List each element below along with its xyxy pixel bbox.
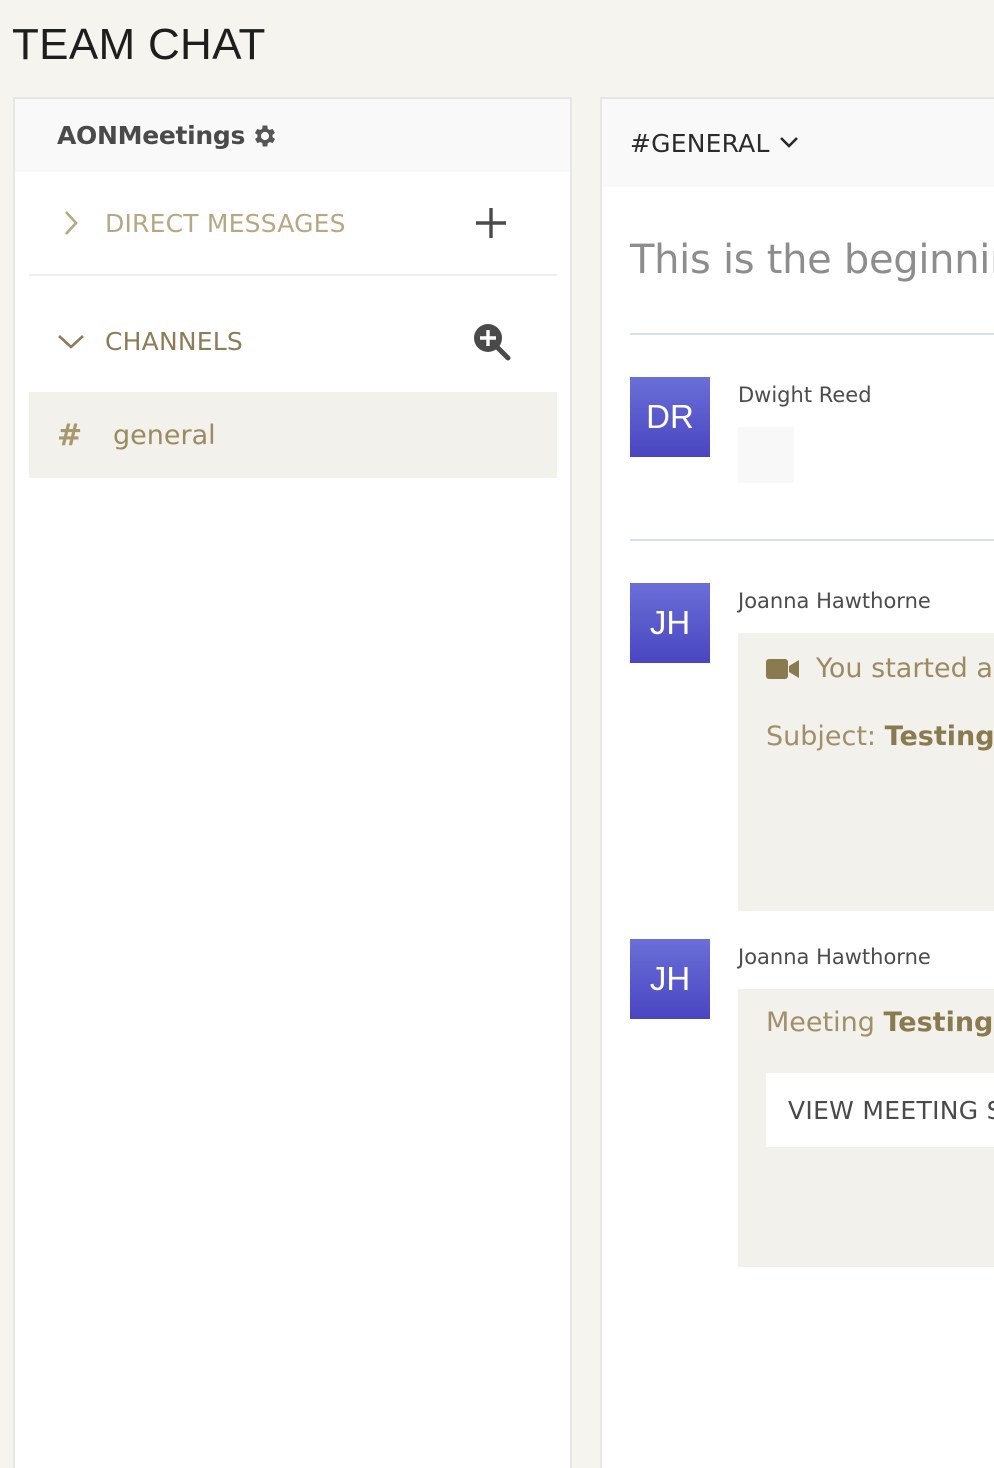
meeting-text-prefix: Meeting <box>766 1007 875 1038</box>
channels-label[interactable]: CHANNELS <box>105 327 243 356</box>
meeting-subject: Subject: Testing <box>766 721 994 752</box>
direct-messages-section: DIRECT MESSAGES <box>29 172 557 276</box>
search-channels-button[interactable] <box>471 321 511 361</box>
divider <box>630 333 994 335</box>
channel-name: general <box>113 419 216 451</box>
gear-icon[interactable] <box>251 122 279 150</box>
plus-icon <box>476 208 506 238</box>
message-author[interactable]: Joanna Hawthorne <box>738 945 931 969</box>
message-author[interactable]: Joanna Hawthorne <box>738 589 931 613</box>
add-direct-message-button[interactable] <box>471 203 511 243</box>
chevron-right-icon[interactable] <box>57 209 85 237</box>
meeting-started-line: You started a m <box>766 653 994 684</box>
subject-label: Subject: <box>766 721 877 752</box>
view-meeting-summary-button[interactable]: VIEW MEETING SU <box>766 1073 994 1147</box>
chevron-down-icon[interactable] <box>57 327 85 355</box>
avatar[interactable]: DR <box>630 377 710 457</box>
channel-header[interactable]: #GENERAL <box>602 99 994 187</box>
direct-messages-label[interactable]: DIRECT MESSAGES <box>105 209 346 238</box>
channels-section: CHANNELS <box>29 289 557 393</box>
chat-panel: #GENERAL This is the beginning DR Dwight… <box>600 97 994 1468</box>
channel-intro: This is the beginning <box>630 237 994 283</box>
workspace-name[interactable]: AONMeetings <box>57 121 245 150</box>
subject-value: Testing <box>884 721 994 752</box>
hash-icon: # <box>57 417 83 453</box>
meeting-name: Testing <box>883 1007 994 1038</box>
chevron-down-icon[interactable] <box>778 134 802 158</box>
avatar[interactable]: JH <box>630 939 710 1019</box>
divider <box>630 539 994 541</box>
message-author[interactable]: Dwight Reed <box>738 383 872 407</box>
avatar[interactable]: JH <box>630 583 710 663</box>
meeting-started-text: You started a m <box>816 653 994 684</box>
zoom-in-icon <box>474 324 511 361</box>
app-title: TEAM CHAT <box>12 20 266 69</box>
workspace-header[interactable]: AONMeetings <box>15 99 570 172</box>
meeting-ended-card: Meeting Testing has VIEW MEETING SU <box>738 989 994 1267</box>
channel-title[interactable]: #GENERAL <box>630 129 770 158</box>
video-camera-icon <box>766 657 800 681</box>
message-content <box>738 427 794 483</box>
sidebar: AONMeetings DIRECT MESSAGES CHANNELS # g… <box>13 97 572 1468</box>
channel-item-general[interactable]: # general <box>29 392 557 478</box>
meeting-ended-text: Meeting Testing has <box>766 1007 994 1038</box>
meeting-started-card: You started a m Subject: Testing <box>738 633 994 911</box>
